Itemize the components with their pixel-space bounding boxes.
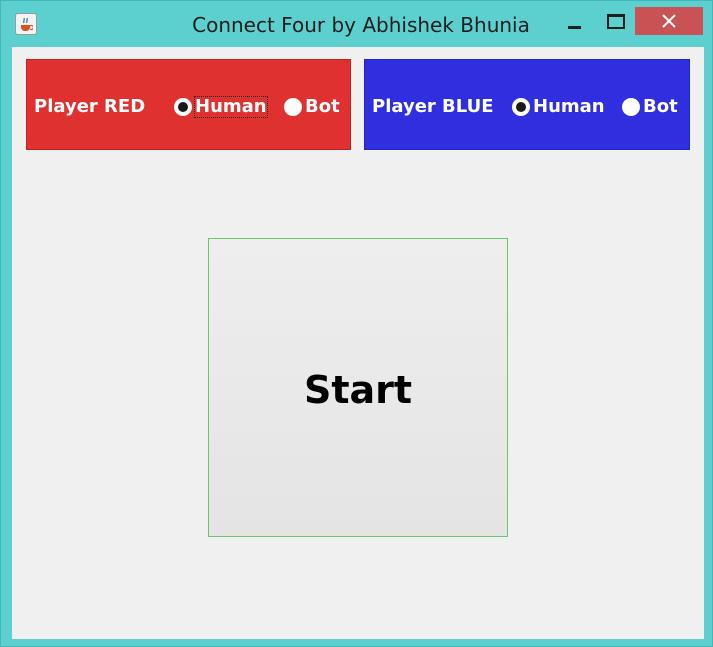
window-title: Connect Four by Abhishek Bhunia bbox=[192, 13, 530, 37]
close-icon[interactable] bbox=[635, 7, 703, 35]
player-red-label: Player RED bbox=[34, 96, 146, 117]
player-blue-human-radio[interactable]: Human bbox=[512, 95, 606, 119]
radio-checked-icon[interactable] bbox=[174, 98, 192, 116]
title-bar[interactable]: Connect Four by Abhishek Bhunia bbox=[1, 1, 712, 47]
maximize-icon[interactable] bbox=[597, 9, 631, 35]
radio-checked-icon[interactable] bbox=[512, 98, 530, 116]
radio-label: Human bbox=[194, 96, 268, 118]
radio-label: Human bbox=[533, 96, 605, 117]
minimize-icon[interactable] bbox=[557, 9, 591, 35]
player-red-human-radio[interactable]: Human bbox=[174, 95, 268, 119]
client-area: Player RED Human Bot Player BLUE Human B… bbox=[12, 47, 704, 639]
player-red-panel: Player RED Human Bot bbox=[26, 59, 351, 150]
start-button[interactable]: Start bbox=[208, 238, 508, 537]
radio-unchecked-icon[interactable] bbox=[622, 98, 640, 116]
player-blue-label: Player BLUE bbox=[372, 96, 494, 117]
player-red-bot-radio[interactable]: Bot bbox=[284, 95, 341, 119]
app-window: Connect Four by Abhishek Bhunia Player R… bbox=[0, 0, 713, 647]
radio-label: Bot bbox=[305, 96, 340, 117]
player-blue-panel: Player BLUE Human Bot bbox=[364, 59, 690, 150]
start-button-label: Start bbox=[303, 367, 413, 412]
player-blue-bot-radio[interactable]: Bot bbox=[622, 95, 679, 119]
radio-label: Bot bbox=[643, 96, 678, 117]
radio-unchecked-icon[interactable] bbox=[284, 98, 302, 116]
java-coffee-icon[interactable] bbox=[15, 13, 37, 35]
